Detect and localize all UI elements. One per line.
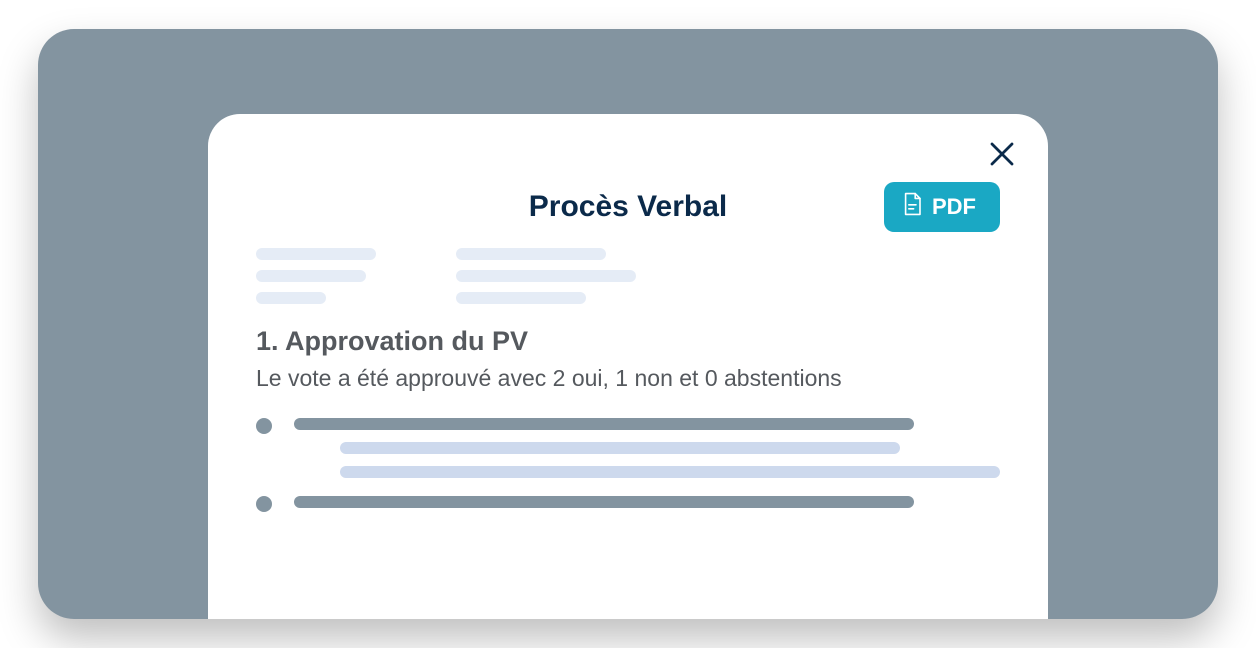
metadata-placeholder	[256, 248, 1000, 304]
placeholder-line	[340, 466, 1000, 478]
pdf-button-label: PDF	[932, 194, 976, 220]
section-body-text: Le vote a été approuvé avec 2 oui, 1 non…	[256, 363, 1000, 394]
placeholder-line	[456, 292, 586, 304]
metadata-col-2	[456, 248, 636, 304]
list-item-sublines	[294, 442, 1000, 478]
placeholder-line	[456, 270, 636, 282]
app-frame: Procès Verbal PDF	[38, 29, 1218, 619]
pdf-file-icon	[902, 192, 922, 222]
close-icon	[987, 139, 1017, 174]
modal-title: Procès Verbal	[529, 190, 727, 224]
placeholder-line	[294, 418, 914, 430]
modal-header: Procès Verbal PDF	[256, 190, 1000, 224]
list-item-content	[294, 496, 1000, 508]
placeholder-line	[294, 496, 914, 508]
list-item-content	[294, 418, 1000, 478]
close-button[interactable]	[984, 138, 1020, 174]
list-item	[256, 496, 1000, 512]
list-item	[256, 418, 1000, 478]
placeholder-line	[256, 292, 326, 304]
section-heading: 1. Approvation du PV	[256, 326, 1000, 357]
pdf-export-button[interactable]: PDF	[884, 182, 1000, 232]
document-modal: Procès Verbal PDF	[208, 114, 1048, 619]
bullet-icon	[256, 418, 272, 434]
bullet-icon	[256, 496, 272, 512]
placeholder-line	[256, 248, 376, 260]
metadata-col-1	[256, 248, 376, 304]
placeholder-line	[256, 270, 366, 282]
placeholder-line	[456, 248, 606, 260]
placeholder-line	[340, 442, 900, 454]
